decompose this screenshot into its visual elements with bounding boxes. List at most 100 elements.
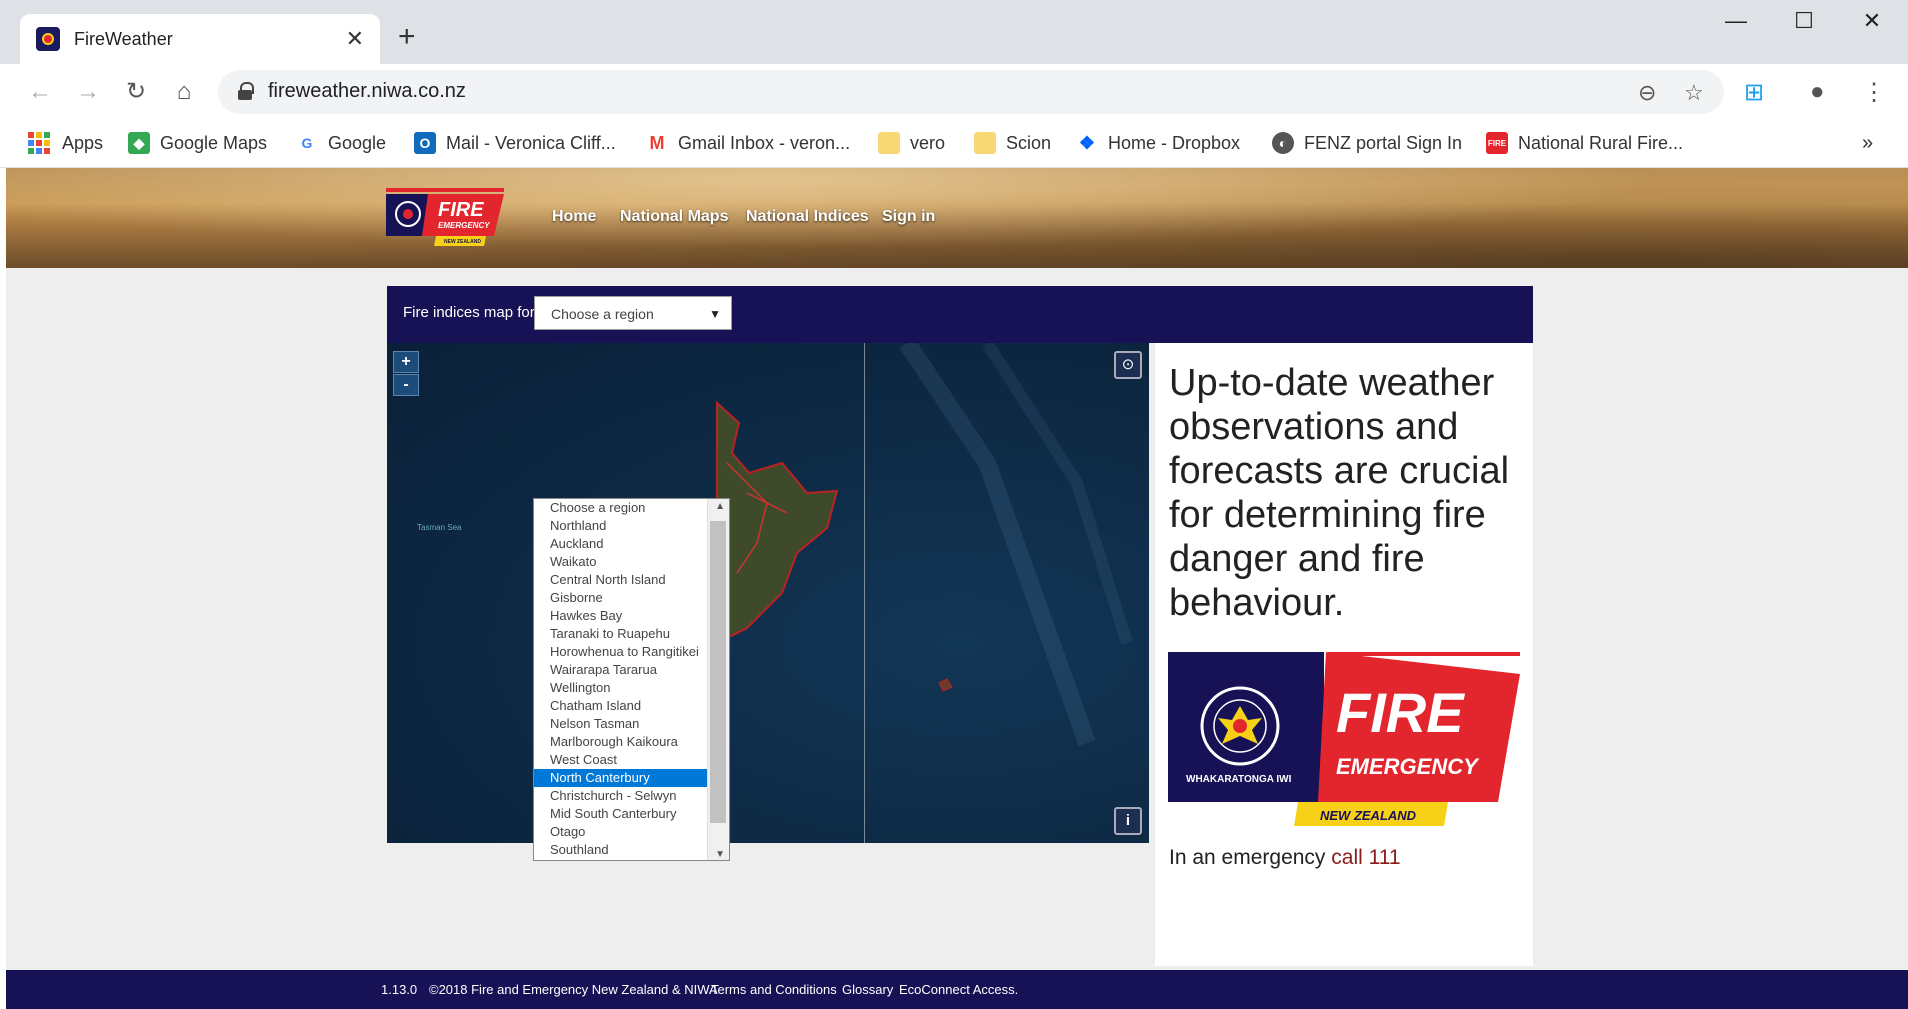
svg-text:FIRE: FIRE	[1336, 681, 1465, 744]
bookmark-google[interactable]: G Google	[296, 128, 387, 158]
map-for-label: Fire indices map for	[403, 304, 535, 321]
zoom-icon[interactable]: ⊖	[1638, 80, 1656, 106]
browser-toolbar: ← → ↻ ⌂ fireweather.niwa.co.nz ⊖ ☆ ⊞ ● ⋮	[0, 64, 1908, 120]
svg-text:WHAKARATONGA IWI: WHAKARATONGA IWI	[1186, 774, 1292, 785]
bookmark-mail[interactable]: O Mail - Veronica Cliff...	[414, 128, 616, 158]
close-window-icon[interactable]: ✕	[1852, 8, 1892, 34]
bookmark-gmail[interactable]: M Gmail Inbox - veron...	[646, 128, 851, 158]
bookmarks-bar: Apps ◆ Google Maps G Google O Mail - Ver…	[0, 120, 1908, 168]
region-option[interactable]: Northland	[534, 517, 707, 535]
nav-national-maps[interactable]: National Maps	[620, 208, 728, 226]
reload-button[interactable]: ↻	[120, 76, 152, 108]
sidebar-headline: Up-to-date weather observations and fore…	[1169, 362, 1510, 624]
zoom-out-button[interactable]: -	[393, 374, 419, 396]
scrollbar-thumb[interactable]	[710, 521, 726, 823]
forward-button[interactable]: →	[72, 76, 104, 108]
copyright-text: ©2018 Fire and Emergency New Zealand & N…	[429, 982, 718, 997]
folder-icon	[974, 132, 996, 154]
new-zealand-landmass	[550, 343, 1133, 812]
region-option[interactable]: Southland	[534, 841, 707, 859]
region-select-value: Choose a region	[551, 306, 654, 322]
page-content: FIRE EMERGENCY NEW ZEALAND Home National…	[6, 168, 1908, 1009]
browser-tab[interactable]: FireWeather ✕	[20, 14, 380, 64]
more-bookmarks-button[interactable]: »	[1862, 128, 1873, 158]
region-select[interactable]: Choose a region ▼	[534, 296, 732, 330]
region-option[interactable]: Mid South Canterbury	[534, 805, 707, 823]
bookmark-apps[interactable]: Apps	[28, 128, 103, 158]
tab-title: FireWeather	[74, 28, 173, 49]
region-option[interactable]: Taranaki to Ruapehu	[534, 625, 707, 643]
terms-link[interactable]: Terms and Conditions	[711, 982, 837, 997]
info-icon[interactable]: i	[1114, 807, 1142, 835]
region-option[interactable]: Gisborne	[534, 589, 707, 607]
close-tab-icon[interactable]: ✕	[346, 26, 364, 52]
svg-text:NEW ZEALAND: NEW ZEALAND	[444, 239, 481, 245]
region-option[interactable]: Wairarapa Tararua	[534, 661, 707, 679]
region-dropdown-list[interactable]: Choose a region Northland Auckland Waikato C…	[533, 498, 730, 861]
scroll-down-icon[interactable]: ▼	[715, 849, 725, 860]
nav-home[interactable]: Home	[552, 208, 596, 226]
region-option[interactable]: Waikato	[534, 553, 707, 571]
tasman-sea-label: Tasman Sea	[417, 523, 462, 532]
bookmark-fenz-portal[interactable]: ◐ FENZ portal Sign In	[1272, 128, 1462, 158]
folder-icon	[878, 132, 900, 154]
bookmark-star-icon[interactable]: ☆	[1684, 80, 1704, 106]
locate-icon[interactable]: ⊙	[1114, 351, 1142, 379]
maximize-window-icon[interactable]: ☐	[1784, 8, 1824, 34]
browser-tab-strip: FireWeather ✕ + — ☐ ✕	[0, 0, 1908, 64]
bookmark-national-rural-fire[interactable]: FIRE National Rural Fire...	[1486, 128, 1683, 158]
lock-icon	[238, 82, 254, 100]
zoom-in-button[interactable]: +	[393, 351, 419, 373]
ecoconnect-link[interactable]: EcoConnect Access.	[899, 982, 1018, 997]
bookmark-dropbox[interactable]: ❖ Home - Dropbox	[1076, 128, 1240, 158]
bookmark-scion[interactable]: Scion	[974, 128, 1051, 158]
page-footer: 1.13.0 ©2018 Fire and Emergency New Zeal…	[6, 970, 1908, 1009]
region-option[interactable]: Central North Island	[534, 571, 707, 589]
region-option[interactable]: Auckland	[534, 535, 707, 553]
svg-text:EMERGENCY: EMERGENCY	[438, 221, 490, 230]
bookmark-vero[interactable]: vero	[878, 128, 945, 158]
new-tab-button[interactable]: +	[398, 20, 416, 54]
region-option[interactable]: North Canterbury	[534, 769, 707, 787]
back-button[interactable]: ←	[24, 76, 56, 108]
address-bar[interactable]: fireweather.niwa.co.nz ⊖ ☆	[218, 70, 1724, 114]
region-option[interactable]: Choose a region	[534, 499, 707, 517]
map-tile-seam	[864, 343, 865, 843]
nav-sign-in[interactable]: Sign in	[882, 208, 935, 226]
fenz-large-logo: WHAKARATONGA IWI FIRE EMERGENCY NEW ZEAL…	[1168, 652, 1520, 826]
dropbox-icon: ❖	[1078, 132, 1096, 153]
bookmark-google-maps[interactable]: ◆ Google Maps	[128, 128, 267, 158]
svg-text:NEW ZEALAND: NEW ZEALAND	[1320, 808, 1417, 823]
call-111-link[interactable]: call 111	[1331, 846, 1400, 869]
region-option[interactable]: Horowhenua to Rangitikei	[534, 643, 707, 661]
fenz-logo[interactable]: FIRE EMERGENCY NEW ZEALAND	[386, 188, 504, 250]
nav-national-indices[interactable]: National Indices	[746, 208, 869, 226]
menu-icon[interactable]: ⋮	[1862, 78, 1886, 107]
fire-icon: FIRE	[1486, 132, 1508, 154]
region-option[interactable]: Marlborough Kaikoura	[534, 733, 707, 751]
scroll-up-icon[interactable]: ▲	[715, 501, 725, 512]
dropdown-arrow-icon: ▼	[709, 307, 721, 321]
home-button[interactable]: ⌂	[168, 76, 200, 108]
region-option[interactable]: Wellington	[534, 679, 707, 697]
fireweather-favicon-icon	[36, 27, 60, 51]
region-option[interactable]: West Coast	[534, 751, 707, 769]
region-option[interactable]: Nelson Tasman	[534, 715, 707, 733]
svg-text:FIRE: FIRE	[438, 199, 484, 221]
region-option[interactable]: Hawkes Bay	[534, 607, 707, 625]
minimize-window-icon[interactable]: —	[1716, 8, 1756, 34]
hero-banner: FIRE EMERGENCY NEW ZEALAND Home National…	[6, 168, 1908, 268]
google-maps-icon: ◆	[128, 132, 150, 154]
glossary-link[interactable]: Glossary	[842, 982, 893, 997]
windows-extension-icon[interactable]: ⊞	[1744, 78, 1764, 107]
dropdown-scrollbar[interactable]: ▲ ▼	[707, 499, 729, 860]
profile-icon[interactable]: ●	[1810, 78, 1825, 106]
region-option[interactable]: Chatham Island	[534, 697, 707, 715]
version-text: 1.13.0	[381, 982, 418, 997]
region-option[interactable]: Christchurch - Selwyn	[534, 787, 707, 805]
region-options: Choose a region Northland Auckland Waikato C…	[534, 499, 729, 859]
fire-indices-map[interactable]: Tasman Sea + - ⊙ i	[387, 343, 1149, 843]
info-sidebar: Up-to-date weather observations and fore…	[1155, 343, 1533, 966]
region-option[interactable]: Otago	[534, 823, 707, 841]
svg-text:EMERGENCY: EMERGENCY	[1336, 754, 1480, 779]
